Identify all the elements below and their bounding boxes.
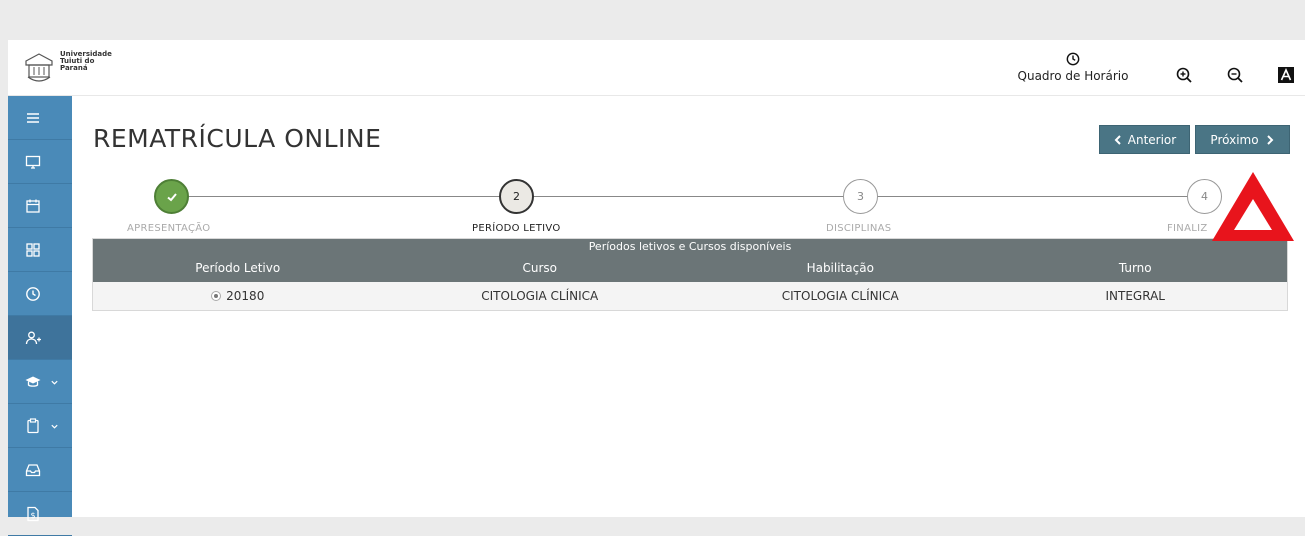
step-3-disciplinas[interactable]: 3 xyxy=(843,179,878,214)
zoom-out-icon[interactable] xyxy=(1226,66,1244,84)
page-title: REMATRÍCULA ONLINE xyxy=(93,124,382,153)
period-value: 20180 xyxy=(226,289,265,303)
check-icon xyxy=(166,192,177,201)
table-caption: Períodos letivos e Cursos disponíveis xyxy=(588,240,792,253)
logo-text: Universidade Tuiuti do Paraná xyxy=(60,51,112,72)
next-label: Próximo xyxy=(1210,132,1259,147)
sidebar-item-calendar[interactable] xyxy=(8,184,72,228)
sidebar-item-menu[interactable] xyxy=(8,96,72,140)
sidebar-item-grid[interactable] xyxy=(8,228,72,272)
step-2-periodo-letivo[interactable]: 2 xyxy=(499,179,534,214)
previous-label: Anterior xyxy=(1127,132,1177,147)
warning-triangle-icon xyxy=(1212,172,1294,241)
user-add-icon xyxy=(25,331,41,344)
sidebar-item-dashboard[interactable] xyxy=(8,140,72,184)
step-label: PERÍODO LETIVO xyxy=(472,223,561,234)
column-header: Período Letivo xyxy=(195,261,281,275)
sidebar-item-reenrollment[interactable] xyxy=(8,316,72,360)
step-number: 4 xyxy=(1201,190,1208,203)
clock-icon xyxy=(26,286,40,301)
step-connector xyxy=(516,196,860,197)
app-frame: Universidade Tuiuti do Paraná Quadro de … xyxy=(8,40,1305,536)
step-connector xyxy=(171,196,516,197)
contrast-icon[interactable] xyxy=(1277,66,1295,84)
next-button[interactable]: Próximo xyxy=(1195,125,1290,154)
step-number: 3 xyxy=(857,190,864,203)
university-logo[interactable]: Universidade Tuiuti do Paraná xyxy=(22,51,112,85)
calendar-icon xyxy=(26,199,40,213)
graduation-cap-icon xyxy=(25,376,41,387)
column-header: Turno xyxy=(1118,261,1152,275)
habilitation-cell: CITOLOGIA CLÍNICA xyxy=(781,289,899,303)
sidebar-item-academic[interactable] xyxy=(8,360,72,404)
chevron-left-icon xyxy=(1114,134,1121,145)
svg-text:$: $ xyxy=(30,511,35,520)
step-number: 2 xyxy=(513,190,520,203)
top-bar: Universidade Tuiuti do Paraná Quadro de … xyxy=(8,40,1305,96)
chevron-right-icon xyxy=(1266,134,1273,145)
dollar-file-icon: $ xyxy=(27,506,39,521)
period-radio[interactable] xyxy=(211,291,222,301)
course-cell: CITOLOGIA CLÍNICA xyxy=(481,289,599,303)
period-cell: 20180 xyxy=(93,289,383,303)
sidebar-item-documents[interactable] xyxy=(8,404,72,448)
clock-icon xyxy=(1066,52,1080,66)
step-label: FINALIZ xyxy=(1167,223,1208,234)
step-connector xyxy=(860,196,1204,197)
shift-cell: INTEGRAL xyxy=(1105,289,1165,303)
table-header-row: Período Letivo Curso Habilitação Turno xyxy=(93,254,1287,282)
grid-icon xyxy=(26,242,40,257)
clipboard-icon xyxy=(27,417,39,433)
step-1-apresentacao[interactable] xyxy=(154,179,189,214)
step-label: DISCIPLINAS xyxy=(826,223,892,234)
university-emblem-icon xyxy=(25,53,53,82)
table-row[interactable]: 20180 CITOLOGIA CLÍNICA CITOLOGIA CLÍNIC… xyxy=(93,282,1287,310)
menu-icon xyxy=(27,112,39,123)
column-header: Habilitação xyxy=(806,261,874,275)
chevron-down-icon xyxy=(51,424,58,429)
inbox-icon xyxy=(25,463,41,476)
zoom-in-icon[interactable] xyxy=(1175,66,1193,84)
enrollment-table: Períodos letivos e Cursos disponíveis Pe… xyxy=(92,238,1288,311)
previous-button[interactable]: Anterior xyxy=(1099,125,1190,154)
table-header: Períodos letivos e Cursos disponíveis Pe… xyxy=(93,239,1287,282)
sidebar-item-finance[interactable]: $ xyxy=(8,492,72,536)
monitor-icon xyxy=(25,155,41,169)
sidebar-item-inbox[interactable] xyxy=(8,448,72,492)
schedule-label: Quadro de Horário xyxy=(1017,69,1129,83)
sidebar: $ xyxy=(8,96,72,536)
column-header: Curso xyxy=(522,261,557,275)
schedule-link[interactable]: Quadro de Horário xyxy=(1015,52,1131,83)
logo-line-3: Paraná xyxy=(60,64,88,72)
chevron-down-icon xyxy=(51,380,58,385)
step-label: APRESENTAÇÃO xyxy=(127,223,211,234)
sidebar-item-schedule[interactable] xyxy=(8,272,72,316)
